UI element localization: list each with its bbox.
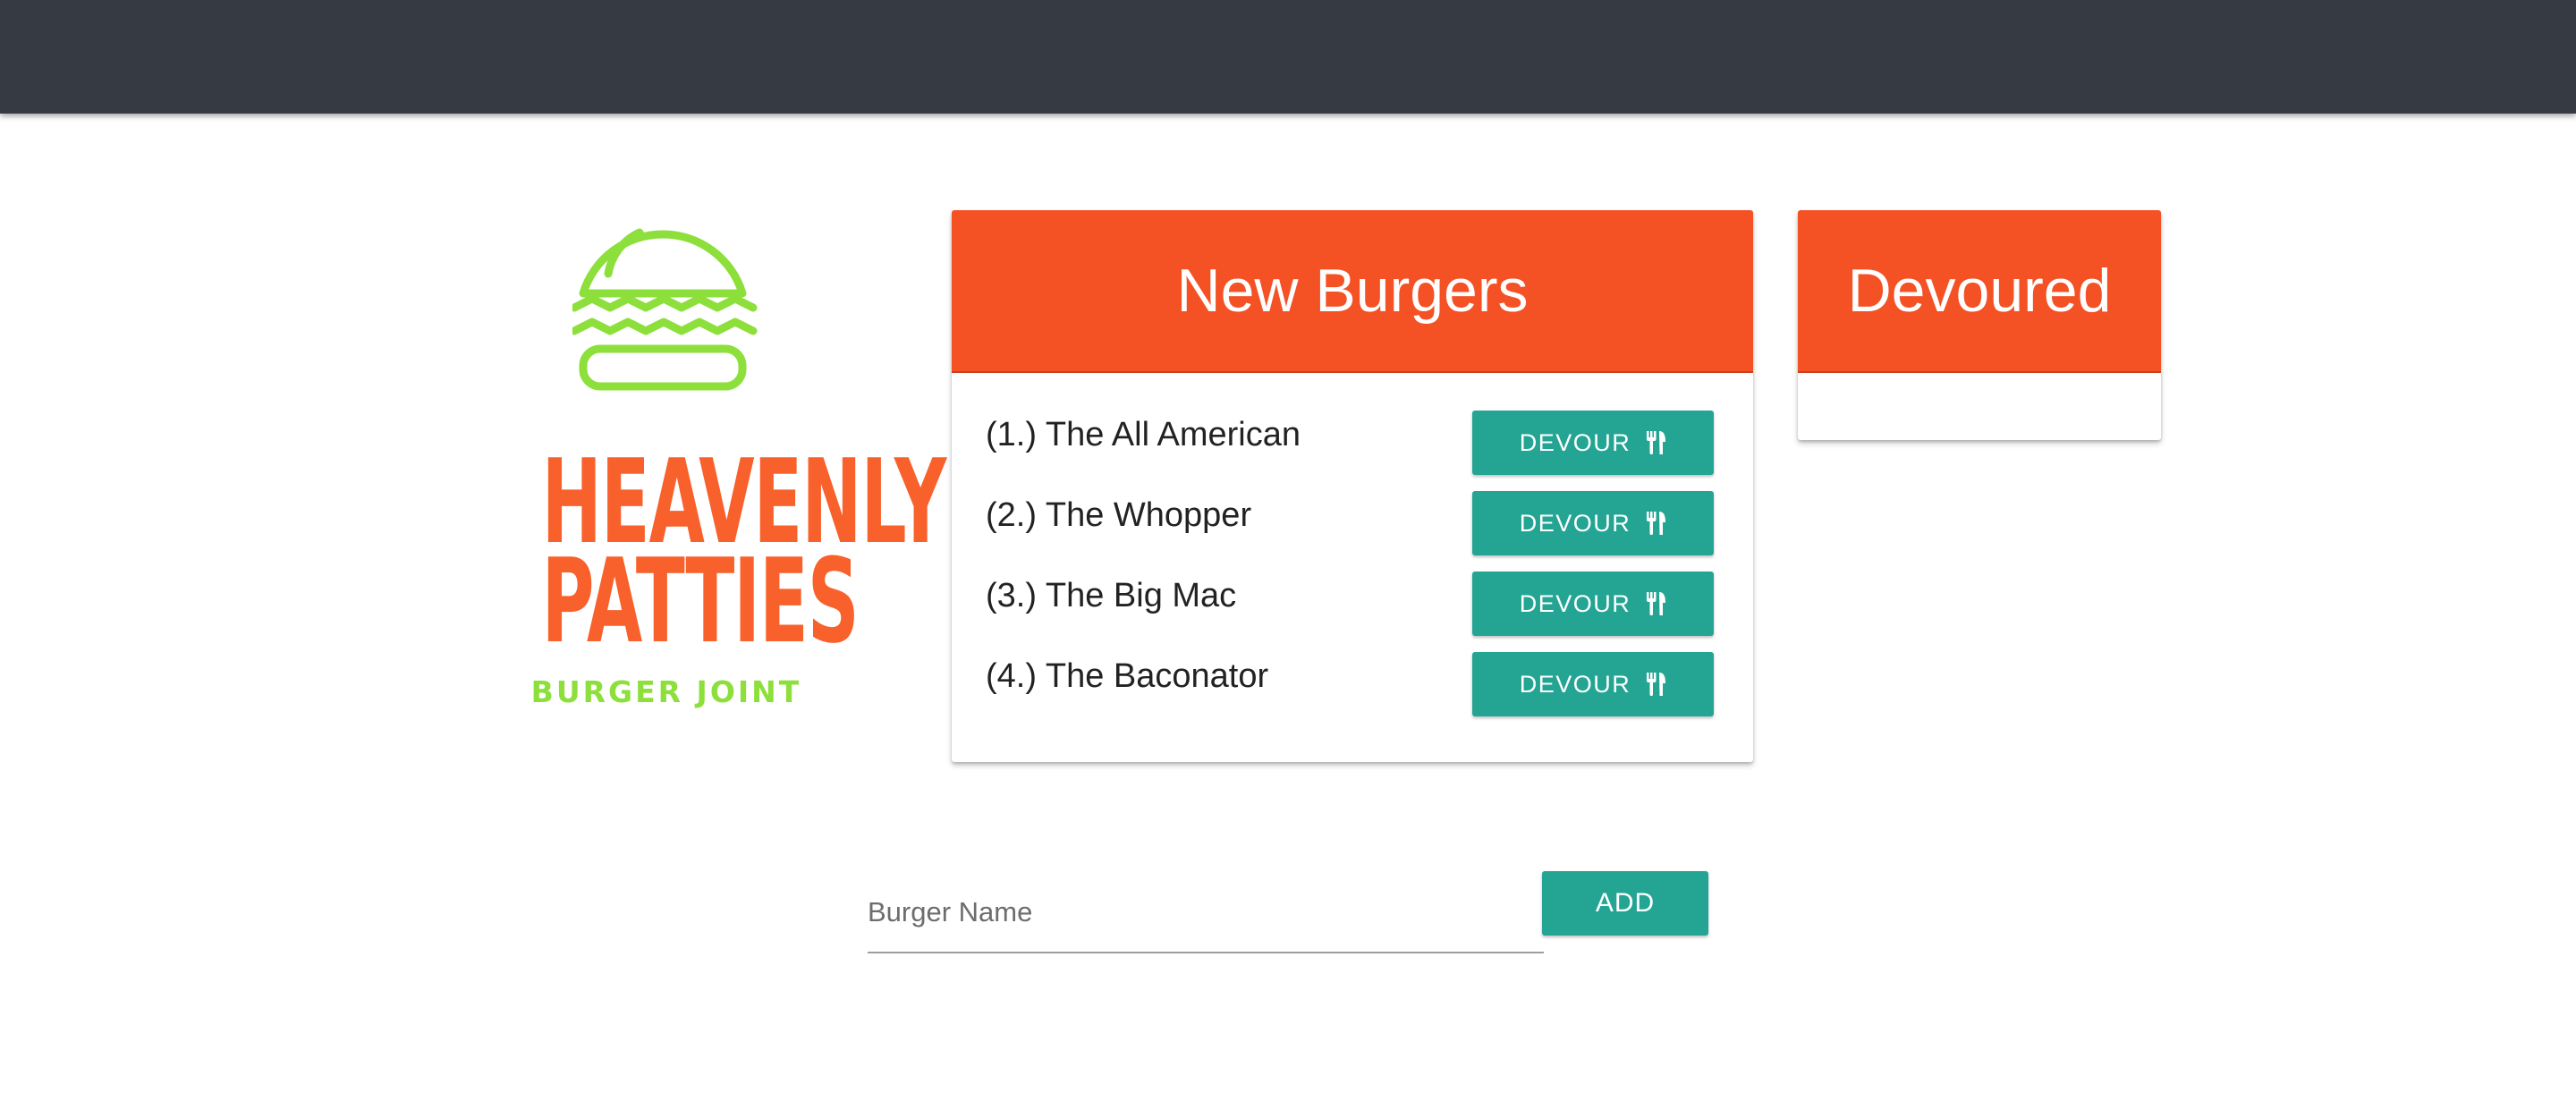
brand-logo: HEAVENLY PATTIES BURGER JOINT	[465, 206, 946, 724]
utensils-icon	[1647, 512, 1666, 535]
devour-button[interactable]: DEVOUR	[1472, 572, 1714, 636]
burger-name-field	[868, 885, 1544, 953]
list-item: (4.) The Baconator DEVOUR	[952, 652, 1753, 716]
devour-button-label: DEVOUR	[1519, 428, 1631, 456]
brand-name-line2: PATTIES	[541, 533, 860, 669]
brand-tagline: BURGER JOINT	[530, 674, 802, 709]
devour-button[interactable]: DEVOUR	[1472, 491, 1714, 555]
utensils-icon	[1647, 592, 1666, 615]
burger-name: (1.) The All American	[986, 416, 1301, 453]
top-navbar	[0, 0, 2576, 114]
utensils-icon	[1647, 673, 1666, 696]
devoured-title: Devoured	[1798, 210, 2161, 373]
burger-name: (3.) The Big Mac	[986, 577, 1237, 614]
burger-name-input[interactable]	[868, 885, 1544, 939]
devour-button-label: DEVOUR	[1519, 589, 1631, 617]
devour-button[interactable]: DEVOUR	[1472, 411, 1714, 475]
new-burgers-title: New Burgers	[952, 210, 1753, 373]
devour-button-label: DEVOUR	[1519, 670, 1631, 698]
devoured-card: Devoured	[1798, 210, 2161, 440]
add-button[interactable]: ADD	[1542, 871, 1708, 936]
burger-name: (2.) The Whopper	[986, 496, 1252, 534]
new-burgers-card: New Burgers (1.) The All American DEVOUR…	[952, 210, 1753, 762]
list-item: (3.) The Big Mac DEVOUR	[952, 572, 1753, 636]
devour-button-label: DEVOUR	[1519, 509, 1631, 537]
list-item: (1.) The All American DEVOUR	[952, 411, 1753, 475]
burger-name: (4.) The Baconator	[986, 657, 1269, 695]
burger-icon	[572, 228, 758, 391]
utensils-icon	[1647, 431, 1666, 454]
list-item: (2.) The Whopper DEVOUR	[952, 491, 1753, 555]
devour-button[interactable]: DEVOUR	[1472, 652, 1714, 716]
